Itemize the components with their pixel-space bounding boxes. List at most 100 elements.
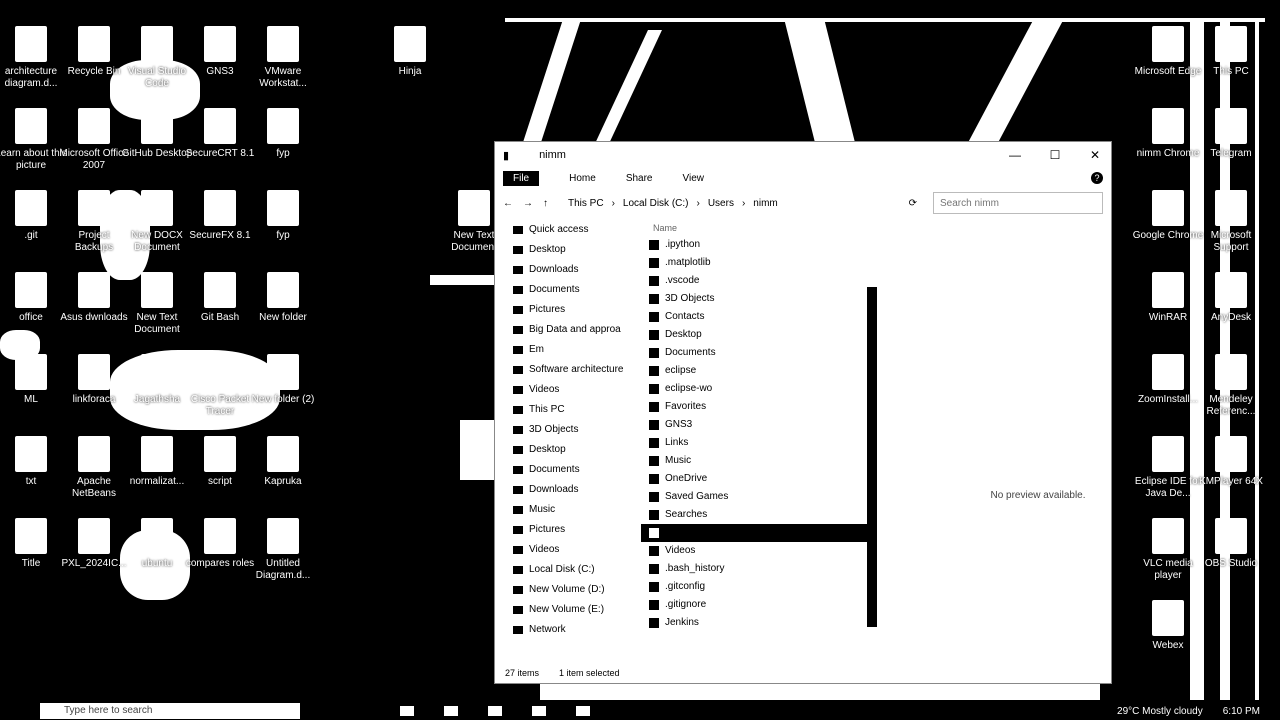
- breadcrumb[interactable]: This PC › Local Disk (C:) › Users › nimm: [568, 198, 778, 209]
- file-row[interactable]: .bash_history: [641, 560, 867, 578]
- back-arrow-icon[interactable]: ←: [503, 198, 513, 209]
- task-view-icon[interactable]: [400, 706, 414, 716]
- desktop-icon[interactable]: Apache NetBeans: [58, 436, 130, 500]
- nav-item[interactable]: Desktop: [513, 240, 653, 260]
- file-row[interactable]: .vscode: [641, 272, 867, 290]
- file-row[interactable]: .gitignore: [641, 596, 867, 614]
- file-row[interactable]: Music: [641, 452, 867, 470]
- nav-item[interactable]: Downloads: [513, 260, 653, 280]
- file-row[interactable]: Desktop: [641, 326, 867, 344]
- file-row[interactable]: 3D Objects: [641, 290, 867, 308]
- desktop-icon[interactable]: SecureCRT 8.1: [184, 108, 256, 160]
- desktop-icon[interactable]: WinRAR: [1132, 272, 1204, 324]
- nav-item[interactable]: Downloads: [513, 480, 653, 500]
- desktop-icon[interactable]: fyp: [247, 108, 319, 160]
- file-row[interactable]: Searches: [641, 506, 867, 524]
- desktop-icon[interactable]: Google Chrome: [1132, 190, 1204, 242]
- desktop-icon[interactable]: compares roles: [184, 518, 256, 570]
- tab-home[interactable]: Home: [569, 173, 596, 184]
- desktop-icon[interactable]: Microsoft Support: [1195, 190, 1267, 254]
- store-icon[interactable]: [532, 706, 546, 716]
- nav-item[interactable]: This PC: [513, 400, 653, 420]
- breadcrumb-item[interactable]: This PC: [568, 198, 604, 209]
- desktop-icon[interactable]: GitHub Desktop: [121, 108, 193, 160]
- desktop-icon[interactable]: normalizat...: [121, 436, 193, 488]
- desktop-icon[interactable]: ML: [0, 354, 67, 406]
- desktop-icon[interactable]: Jagathsha: [121, 354, 193, 406]
- nav-item[interactable]: New Volume (E:): [513, 600, 653, 620]
- desktop-icon[interactable]: Hinja: [374, 26, 446, 78]
- file-row[interactable]: Videos: [641, 542, 867, 560]
- mail-icon[interactable]: [576, 706, 590, 716]
- tab-view[interactable]: View: [683, 173, 705, 184]
- forward-arrow-icon[interactable]: →: [523, 198, 533, 209]
- start-button[interactable]: [0, 702, 30, 720]
- desktop-icon[interactable]: txt: [0, 436, 67, 488]
- nav-item[interactable]: Pictures: [513, 520, 653, 540]
- nav-item[interactable]: Documents: [513, 460, 653, 480]
- desktop-icon[interactable]: Kapruka: [247, 436, 319, 488]
- nav-item[interactable]: Network: [513, 620, 653, 640]
- desktop-icon[interactable]: Microsoft Office 2007: [58, 108, 130, 172]
- close-button[interactable]: ✕: [1087, 148, 1103, 162]
- up-arrow-icon[interactable]: ↑: [543, 198, 548, 209]
- weather-widget[interactable]: 29°C Mostly cloudy: [1117, 706, 1203, 717]
- nav-item[interactable]: Pictures: [513, 300, 653, 320]
- desktop-icon[interactable]: Cisco Packet Tracer: [184, 354, 256, 418]
- breadcrumb-item[interactable]: Local Disk (C:): [623, 198, 689, 209]
- desktop-icon[interactable]: Project Backups: [58, 190, 130, 254]
- desktop-icon[interactable]: Asus dwnloads: [58, 272, 130, 324]
- nav-item[interactable]: Videos: [513, 380, 653, 400]
- desktop-icon[interactable]: This PC: [1195, 26, 1267, 78]
- nav-item[interactable]: Local Disk (C:): [513, 560, 653, 580]
- nav-item[interactable]: Documents: [513, 280, 653, 300]
- desktop-icon[interactable]: New folder (2): [247, 354, 319, 406]
- file-row[interactable]: Jenkins: [641, 614, 867, 632]
- file-row[interactable]: GNS3: [641, 416, 867, 434]
- file-explorer-icon[interactable]: [444, 706, 458, 716]
- nav-item[interactable]: Videos: [513, 540, 653, 560]
- refresh-icon[interactable]: ⟳: [909, 198, 917, 209]
- file-row[interactable]: .matplotlib: [641, 254, 867, 272]
- help-icon[interactable]: ?: [1091, 172, 1103, 184]
- file-row[interactable]: Contacts: [641, 308, 867, 326]
- desktop-icon[interactable]: AnyDesk: [1195, 272, 1267, 324]
- desktop-icon[interactable]: .git: [0, 190, 67, 242]
- taskbar-search[interactable]: Type here to search: [40, 703, 300, 719]
- maximize-button[interactable]: ☐: [1047, 148, 1063, 162]
- breadcrumb-item[interactable]: Users: [708, 198, 734, 209]
- desktop-icon[interactable]: script: [184, 436, 256, 488]
- file-row[interactable]: Saved Games: [641, 488, 867, 506]
- scrollbar[interactable]: [867, 287, 877, 627]
- column-header-name[interactable]: Name: [641, 220, 867, 236]
- search-input[interactable]: [933, 192, 1103, 214]
- desktop-icon[interactable]: New Text Document: [121, 272, 193, 336]
- file-row[interactable]: OneDrive: [641, 470, 867, 488]
- desktop-icon[interactable]: OBS Studio: [1195, 518, 1267, 570]
- desktop-icon[interactable]: VMware Workstat...: [247, 26, 319, 90]
- desktop-icon[interactable]: Webex: [1132, 600, 1204, 652]
- clock[interactable]: 6:10 PM: [1223, 706, 1260, 717]
- nav-item[interactable]: 3D Objects: [513, 420, 653, 440]
- desktop-icon[interactable]: Title: [0, 518, 67, 570]
- desktop-icon[interactable]: KMPlayer 64X: [1195, 436, 1267, 488]
- file-row[interactable]: Links: [641, 434, 867, 452]
- tab-share[interactable]: Share: [626, 173, 653, 184]
- nav-item[interactable]: New Volume (D:): [513, 580, 653, 600]
- file-row[interactable]: .gitconfig: [641, 578, 867, 596]
- desktop-icon[interactable]: ubuntu: [121, 518, 193, 570]
- nav-item[interactable]: Desktop: [513, 440, 653, 460]
- desktop-icon[interactable]: VLC media player: [1132, 518, 1204, 582]
- desktop-icon[interactable]: linkforaca: [58, 354, 130, 406]
- nav-item[interactable]: Big Data and approa: [513, 320, 653, 340]
- desktop-icon[interactable]: Learn about this picture: [0, 108, 67, 172]
- desktop-icon[interactable]: ZoomInstall...: [1132, 354, 1204, 406]
- desktop-icon[interactable]: Eclipse IDE for Java De...: [1132, 436, 1204, 500]
- desktop-icon[interactable]: SecureFX 8.1: [184, 190, 256, 242]
- desktop-icon[interactable]: Mendeley Referenc...: [1195, 354, 1267, 418]
- desktop-icon[interactable]: GNS3: [184, 26, 256, 78]
- desktop-icon[interactable]: office: [0, 272, 67, 324]
- file-explorer-window[interactable]: ▮ nimm — ☐ ✕ File Home Share View ? ← → …: [494, 141, 1112, 684]
- nav-item[interactable]: Em: [513, 340, 653, 360]
- desktop-icon[interactable]: New folder: [247, 272, 319, 324]
